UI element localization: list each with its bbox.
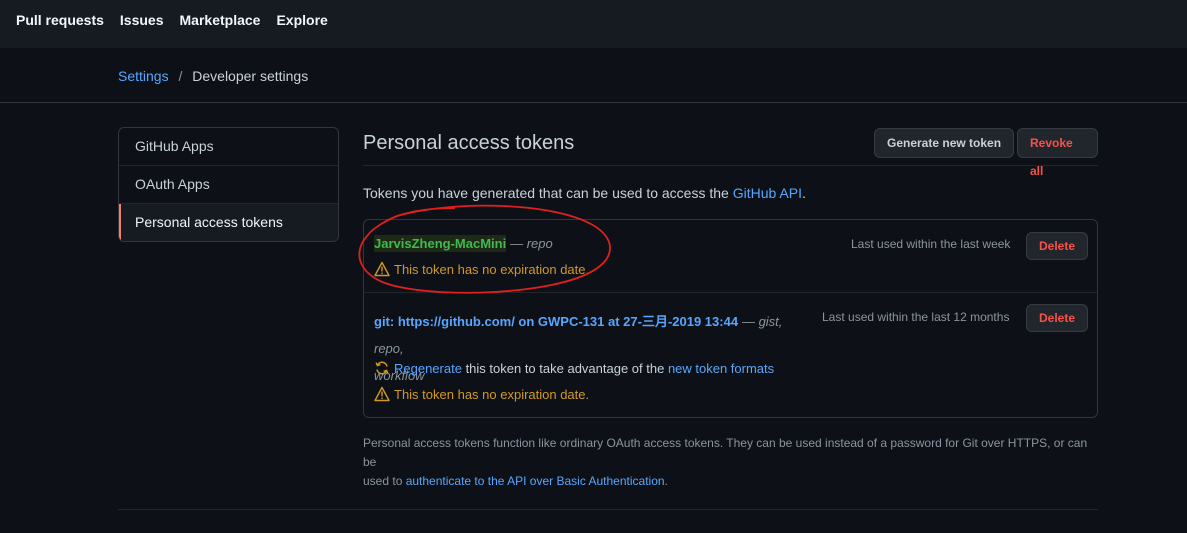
generate-new-token-button[interactable]: Generate new token [874,128,1015,158]
nav-explore[interactable]: Explore [276,12,327,28]
intro-suffix: . [801,185,806,201]
intro-prefix: Tokens you have generated that can be us… [363,185,733,201]
sidebar-item-github-apps[interactable]: GitHub Apps [119,128,338,166]
breadcrumb: Settings / Developer settings [118,68,308,84]
token-title-row: git: https://github.com/ on GWPC-131 at … [374,308,814,389]
alert-triangle-icon [374,386,390,402]
top-nav-bar: Pull requests Issues Marketplace Explore [0,0,1187,48]
token-warning-text: This token has no expiration date. [394,261,590,277]
token-warning-text: This token has no expiration date. [394,386,590,402]
nav-pull-requests[interactable]: Pull requests [16,12,104,28]
token-title-row: JarvisZheng-MacMini — repo [374,235,553,252]
regenerate-text: this token to take advantage of the [461,360,668,376]
breadcrumb-separator: / [178,68,183,84]
page-header: Personal access tokens Generate new toke… [363,127,1098,178]
sidebar-item-personal-access-tokens[interactable]: Personal access tokens [119,204,338,241]
new-token-formats-link[interactable]: new token formats [668,361,774,376]
sync-icon [375,361,389,375]
divider [118,509,1098,510]
basic-auth-link[interactable]: authenticate to the API over Basic Authe… [406,474,665,488]
token-name-link[interactable]: git: https://github.com/ on GWPC-131 at … [374,314,738,329]
footer-line2-prefix: used to [363,474,406,488]
main-content: Personal access tokens Generate new toke… [363,127,1098,418]
breadcrumb-settings-link[interactable]: Settings [118,68,169,84]
token-item: git: https://github.com/ on GWPC-131 at … [364,293,1097,417]
page-title: Personal access tokens [363,132,575,154]
nav-issues[interactable]: Issues [120,12,164,28]
delete-token-button[interactable]: Delete [1026,304,1089,332]
regenerate-notice: Regenerate this token to take advantage … [374,360,774,376]
top-nav: Pull requests Issues Marketplace Explore [16,12,328,28]
token-name-link[interactable]: JarvisZheng-MacMini [374,235,507,252]
revoke-all-button[interactable]: Revoke all [1017,128,1098,178]
footer-line2: used to authenticate to the API over Bas… [363,472,1098,491]
token-list: JarvisZheng-MacMini — repo Last used wit… [363,219,1098,418]
alert-triangle-icon [374,261,390,277]
intro-text: Tokens you have generated that can be us… [363,185,806,201]
developer-settings-menu: GitHub Apps OAuth Apps Personal access t… [118,127,339,242]
regenerate-link[interactable]: Regenerate [394,361,462,376]
footer-line2-suffix: . [664,474,668,488]
github-api-link[interactable]: GitHub API [733,185,802,201]
token-warning: This token has no expiration date. [374,261,589,277]
breadcrumb-bar: Settings / Developer settings [0,48,1187,103]
footer-line1: Personal access tokens function like ord… [363,436,1088,469]
token-last-used: Last used within the last 12 months [822,310,1010,324]
token-last-used: Last used within the last week [851,237,1011,251]
breadcrumb-current: Developer settings [192,68,309,84]
token-warning: This token has no expiration date. [374,386,589,402]
token-item: JarvisZheng-MacMini — repo Last used wit… [364,220,1097,293]
token-scopes: — repo [510,236,553,251]
sidebar-item-oauth-apps[interactable]: OAuth Apps [119,166,338,204]
nav-marketplace[interactable]: Marketplace [180,12,261,28]
footer-note: Personal access tokens function like ord… [363,434,1098,491]
delete-token-button[interactable]: Delete [1026,232,1089,260]
